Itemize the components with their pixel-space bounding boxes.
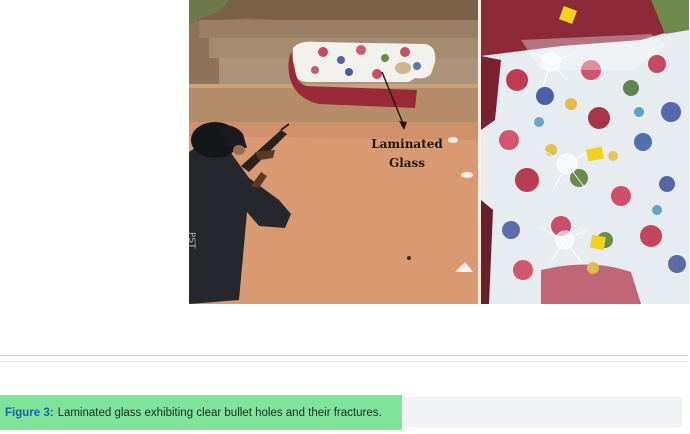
bullet-holes-closeup-photo [481, 0, 689, 304]
figure-caption: Figure 3: Laminated glass exhibiting cle… [0, 395, 402, 430]
caption-extension [406, 397, 682, 427]
figure-image: PST Laminated Glass [189, 0, 689, 304]
svg-text:PST: PST [189, 232, 196, 249]
section-divider [0, 355, 688, 356]
section-divider [0, 361, 688, 362]
laminated-glass-label: Laminated Glass [371, 137, 443, 170]
figure-caption-label: Figure 3: [5, 406, 54, 419]
bullet-holes-closeup [481, 0, 689, 304]
shooting-range-photo: PST Laminated Glass [189, 0, 478, 304]
figure-caption-text: Laminated glass exhibiting clear bullet … [57, 406, 382, 419]
